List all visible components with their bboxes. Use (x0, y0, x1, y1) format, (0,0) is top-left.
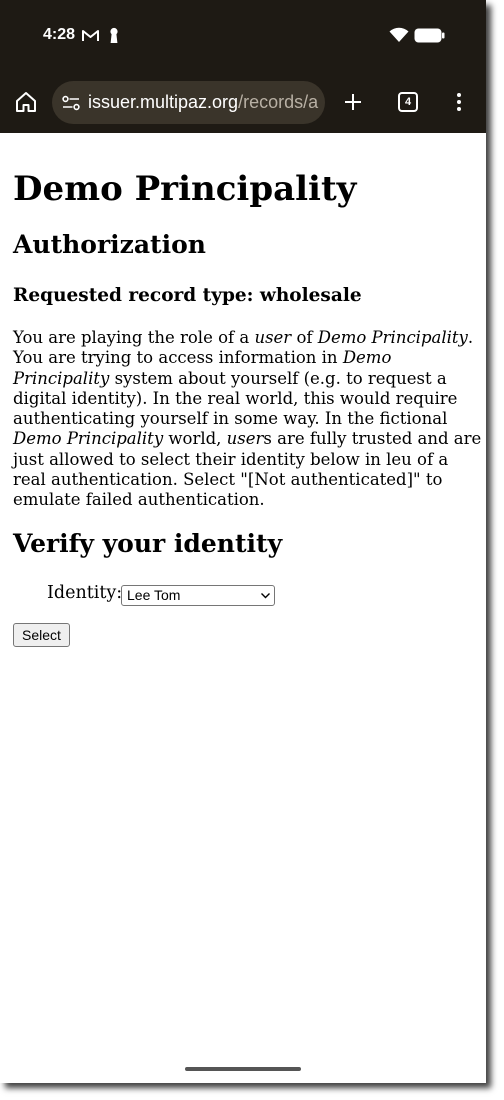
url-host: issuer.multipaz.org (88, 92, 239, 112)
paragraph-text: of (291, 328, 318, 347)
paragraph-text: authenticating yourself in some way. In … (13, 409, 448, 429)
paragraph-line: emulate failed authentication. (13, 490, 475, 510)
section-heading-authorization: Authorization (13, 230, 206, 259)
paragraph-line: Principality system about yourself (e.g.… (13, 369, 475, 389)
paragraph-text: real authentication. Select "[Not authen… (13, 470, 443, 490)
paragraph-line: real authentication. Select "[Not authen… (13, 470, 475, 490)
url-text[interactable]: issuer.multipaz.org/records/a (88, 92, 318, 113)
new-tab-icon[interactable] (343, 92, 363, 112)
page-title: Demo Principality (13, 169, 357, 209)
paragraph-text: world, (163, 429, 227, 449)
chevron-down-icon (261, 593, 270, 599)
wifi-icon (389, 27, 409, 42)
paragraph-text: digital identity). In the real world, th… (13, 388, 458, 408)
paragraph-text: You are playing the role of a (13, 328, 255, 347)
paragraph-text: . (467, 328, 474, 347)
emphasized-text: Demo Principality (13, 429, 164, 449)
paragraph-line: You are playing the role of a user of De… (13, 328, 475, 348)
paragraph-line: You are trying to access information in … (13, 348, 475, 368)
paragraph-text: emulate failed authentication. (13, 490, 265, 510)
paragraph-text: s are fully trusted and are (263, 429, 482, 449)
identity-label: Identity: (47, 583, 123, 603)
identity-select[interactable]: Lee Tom (121, 585, 275, 606)
browser-chrome: 4:28 issuer.multipaz.org/records/a 4 (0, 0, 486, 133)
paragraph-text: You are trying to access information in (13, 348, 343, 368)
battery-icon (414, 28, 445, 43)
url-path: /records/a (238, 92, 319, 112)
home-icon[interactable] (15, 91, 37, 113)
gesture-nav-bar[interactable] (185, 1067, 301, 1071)
emphasized-text: user (254, 328, 292, 347)
site-settings-icon[interactable] (62, 95, 80, 111)
gmail-icon (82, 30, 99, 41)
emphasized-text: Demo Principality (317, 328, 468, 347)
paragraph-text: just allowed to select their identity be… (13, 449, 449, 469)
emphasized-text: Demo (342, 348, 392, 368)
emphasized-text: user (226, 429, 264, 449)
address-bar[interactable]: issuer.multipaz.org/records/a (52, 81, 325, 124)
paragraph-line: just allowed to select their identity be… (13, 450, 475, 470)
explanation-paragraph: You are playing the role of a user of De… (13, 328, 481, 511)
phone-screen: 4:28 issuer.multipaz.org/records/a 4 Dem… (0, 0, 486, 1083)
menu-icon[interactable] (455, 92, 463, 112)
paragraph-line: Demo Principality world, users are fully… (13, 429, 481, 449)
tab-count: 4 (404, 96, 412, 108)
paragraph-line: authenticating yourself in some way. In … (13, 409, 475, 429)
emphasized-text: Principality (13, 368, 110, 388)
verify-identity-heading: Verify your identity (13, 529, 283, 558)
select-button[interactable]: Select (13, 623, 70, 647)
status-time: 4:28 (43, 26, 76, 43)
requested-record-type: Requested record type: wholesale (13, 285, 362, 306)
paragraph-text: system about yourself (e.g. to request a (109, 368, 447, 388)
keyhole-icon (110, 27, 118, 43)
identity-selected-value: Lee Tom (127, 587, 181, 603)
tab-switcher-button[interactable]: 4 (398, 92, 418, 112)
paragraph-line: digital identity). In the real world, th… (13, 389, 475, 409)
